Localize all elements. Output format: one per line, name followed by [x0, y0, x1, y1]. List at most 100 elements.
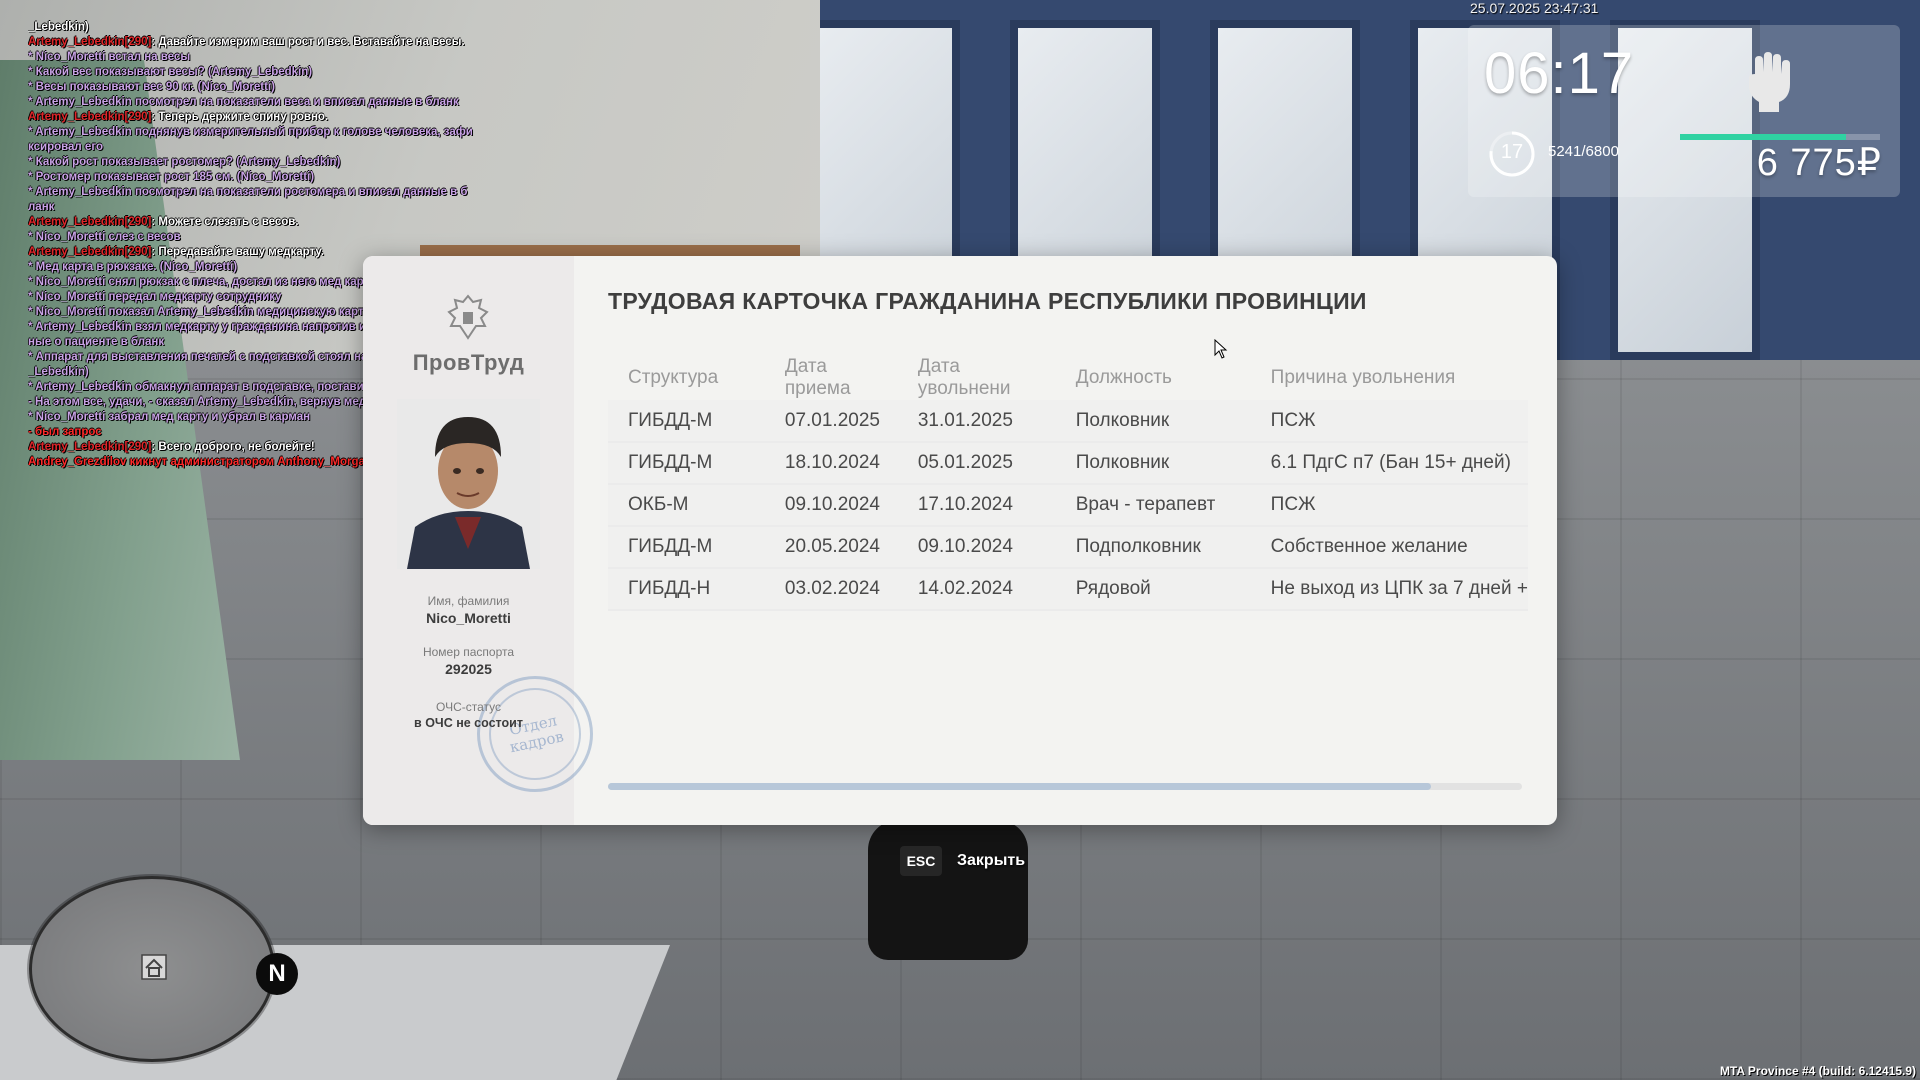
table-cell: ГИБДД-М: [608, 526, 765, 569]
chat-text: * Nico_Moretti передал медкарту сотрудни…: [28, 291, 282, 303]
chat-text: * Какой вес показывают весы? (Artemy_Leb…: [28, 66, 313, 78]
chat-text: * Artemy_Lebedkin посмотрел на показател…: [28, 96, 459, 108]
chat-text: : Можете слезать с весов.: [151, 216, 299, 228]
experience-counter: 5241/6800: [1548, 143, 1619, 160]
chat-text: * Мед карта в рюкзаке. (Nico_Moretti): [28, 261, 238, 273]
citizen-photo: [397, 399, 540, 569]
table-cell: 20.05.2024: [764, 526, 898, 569]
employment-table: Структура Дата приема Дата увольнени Дол…: [608, 356, 1528, 611]
table-cell: ГИБДД-М: [608, 400, 765, 443]
table-cell: Собственное желание: [1250, 526, 1528, 569]
chat-line: Artemy_Lebedkin[290]: Давайте измерим ва…: [28, 35, 498, 50]
table-cell: 31.01.2025: [897, 400, 1056, 443]
name-label: Имя, фамилия: [427, 594, 510, 608]
blacklist-status: в ОЧС не состоит: [414, 716, 523, 730]
chat-text: ксировал его: [28, 141, 103, 153]
chat-line: * Nico_Moretti встал на весы: [28, 50, 498, 65]
chat-text: - был запрос: [28, 426, 102, 438]
chat-text: * Artemy_Lebedkin поднянув измерительный…: [28, 126, 473, 138]
chat-text: : Передавайте вашу медкарту.: [151, 246, 324, 258]
table-cell: 09.10.2024: [764, 484, 898, 527]
scrollbar-thumb[interactable]: [608, 783, 1431, 790]
passport-label: Номер паспорта: [422, 645, 515, 659]
table-header-row: Структура Дата приема Дата увольнени Дол…: [608, 356, 1528, 400]
table-cell: 07.01.2025: [764, 400, 898, 443]
column-header: Дата увольнени: [917, 356, 1011, 399]
stamp-text: Отдел кадров: [480, 679, 590, 789]
column-header: Должность: [1075, 367, 1172, 388]
chat-text: Artemy_Lebedkin[290]: [28, 36, 152, 48]
column-header: Дата приема: [784, 356, 851, 399]
table-cell: ГИБДД-Н: [608, 568, 765, 611]
north-indicator: N: [256, 953, 298, 995]
chat-text: * Artemy_Lebedkin посмотрел на показател…: [28, 186, 468, 198]
chat-line: * Какой рост показывает ростомер? (Artem…: [28, 155, 498, 170]
chat-line: * Artemy_Lebedkin поднянув измерительный…: [28, 125, 498, 140]
money-balance: 6 775₽: [1756, 142, 1882, 184]
citizen-name: Nico_Moretti: [426, 610, 511, 626]
chat-text: * Nico_Moretti забрал мед карту и убрал …: [28, 411, 311, 423]
passport-number: 292025: [445, 661, 492, 677]
chat-line: Artemy_Lebedkin[290]: Можете слезать с в…: [28, 215, 498, 230]
table-cell: Врач - терапевт: [1055, 484, 1251, 527]
horizontal-scrollbar[interactable]: [608, 783, 1522, 790]
coat-of-arms-icon: [447, 294, 489, 340]
player-character: [868, 820, 1028, 960]
card-title: ТРУДОВАЯ КАРТОЧКА ГРАЖДАНИНА РЕСПУБЛИКИ …: [608, 288, 1367, 314]
table-row: ГИБДД-М 18.10.2024 05.01.2025 Полковник …: [608, 442, 1528, 485]
chat-text: : Всего доброго, не болейте!: [151, 441, 315, 453]
hud-time: 06:17: [1484, 41, 1635, 106]
table-cell: 03.02.2024: [764, 568, 898, 611]
status-label: ОЧС-статус: [436, 700, 501, 714]
close-button[interactable]: Закрыть: [957, 852, 1025, 870]
table-cell: 18.10.2024: [764, 442, 898, 485]
chat-line: * Nico_Moretti слез с весов: [28, 230, 498, 245]
table-cell: ПСЖ: [1250, 400, 1528, 443]
table-cell: Полковник: [1055, 442, 1251, 485]
chat-line: * Ростомер показывает рост 185 см. (Nico…: [28, 170, 498, 185]
hud-datetime: 25.07.2025 23:47:31: [1470, 0, 1599, 16]
table-cell: ПСЖ: [1250, 484, 1528, 527]
fist-icon: [1749, 52, 1790, 112]
card-sidebar: ПровТруд Имя, фамилия Nico_Moretti Номер…: [363, 256, 604, 825]
chat-text: ные о пациенте в бланк: [28, 336, 165, 348]
table-row: ГИБДД-М 20.05.2024 09.10.2024 Подполковн…: [608, 526, 1528, 569]
table-cell: ОКБ-М: [608, 484, 765, 527]
home-icon: [141, 954, 167, 980]
chat-text: * Какой рост показывает ростомер? (Artem…: [28, 156, 341, 168]
table-cell: 05.01.2025: [897, 442, 1056, 485]
chat-line: _Lebedkin): [28, 20, 498, 35]
column-header: Структура: [628, 367, 719, 388]
chat-text: : Давайте измерим ваш рост и вес. Встава…: [151, 36, 465, 48]
chat-line: * Artemy_Lebedkin посмотрел на показател…: [28, 185, 498, 200]
chat-text: _Lebedkin): [28, 21, 89, 33]
chat-text: * Ростомер показывает рост 185 см. (Nico…: [28, 171, 315, 183]
table-cell: 14.02.2024: [897, 568, 1056, 611]
build-info: MTA Province #4 (build: 6.12415.9): [1719, 1064, 1916, 1078]
table-cell: Рядовой: [1055, 568, 1251, 611]
chat-line: ксировал его: [28, 140, 498, 155]
chat-text: * Nico_Moretti показал Artemy_Lebedkin м…: [28, 306, 371, 318]
chat-text: * Artemy_Lebedkin обмакнул аппарат в под…: [28, 381, 414, 393]
table-cell: 17.10.2024: [897, 484, 1056, 527]
level-number: 17: [1500, 141, 1524, 163]
chat-line: * Artemy_Lebedkin посмотрел на показател…: [28, 95, 498, 110]
chat-text: Artemy_Lebedkin[290]: [28, 441, 152, 453]
table-row: ГИБДД-Н 03.02.2024 14.02.2024 Рядовой Не…: [608, 568, 1528, 611]
chat-text: Artemy_Lebedkin[290]: [28, 216, 152, 228]
labour-card-dialog: ПровТруд Имя, фамилия Nico_Moretti Номер…: [363, 256, 1557, 825]
chat-text: _Lebedkin): [28, 366, 89, 378]
avatar: [397, 399, 540, 569]
table-cell: Подполковник: [1055, 526, 1251, 569]
esc-key-button[interactable]: ESC: [900, 846, 942, 876]
table-cell: 09.10.2024: [897, 526, 1056, 569]
chat-text: * Весы показывают вес 90 кг. (Nico_Moret…: [28, 81, 275, 93]
chat-line: ланк: [28, 200, 498, 215]
organization-name: ПровТруд: [412, 350, 525, 375]
chat-text: Artemy_Lebedkin[290]: [28, 111, 152, 123]
chat-text: Artemy_Lebedkin[290]: [28, 246, 152, 258]
table-row: ГИБДД-М 07.01.2025 31.01.2025 Полковник …: [608, 400, 1528, 443]
table-cell: ГИБДД-М: [608, 442, 765, 485]
table-row: ОКБ-М 09.10.2024 17.10.2024 Врач - терап…: [608, 484, 1528, 527]
chat-text: : Теперь держите спину ровно.: [151, 111, 329, 123]
